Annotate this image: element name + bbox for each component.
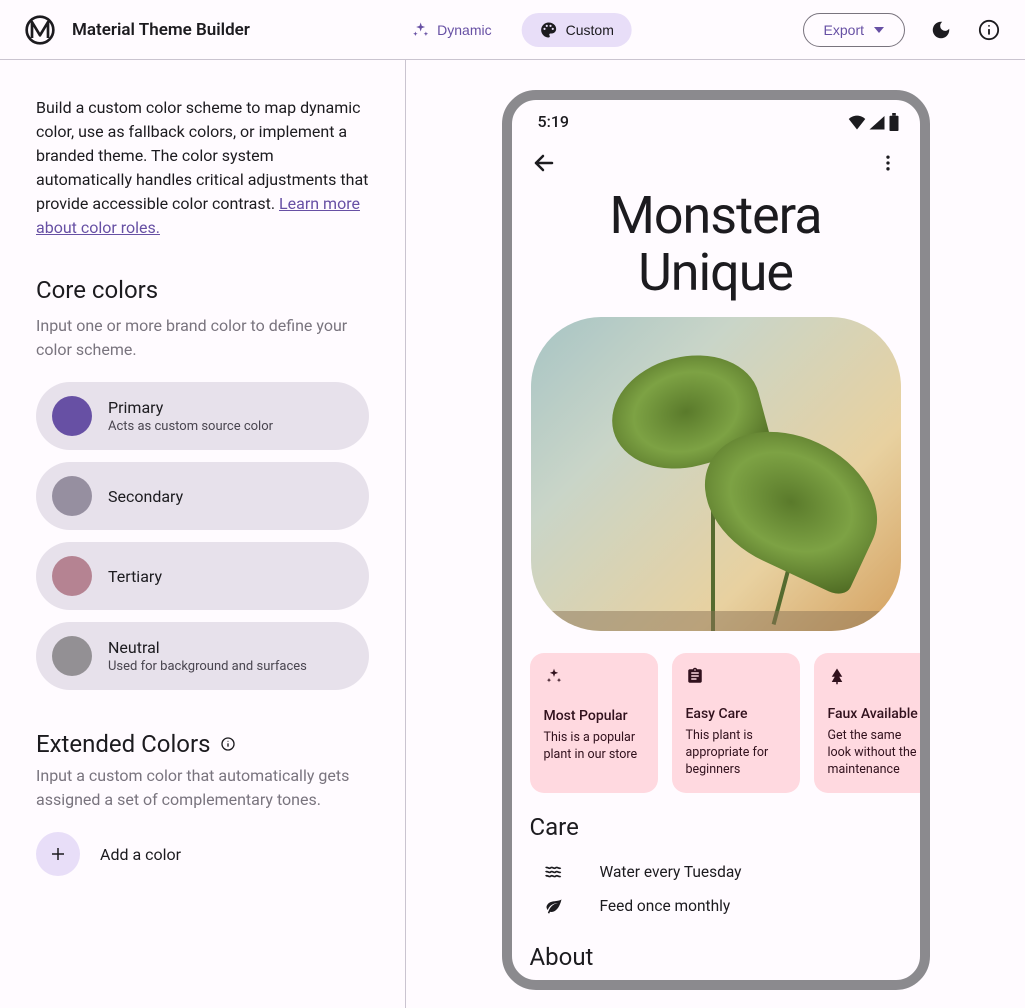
clipboard-icon — [686, 667, 786, 690]
material-logo-icon — [24, 14, 56, 46]
primary-label: Primary — [108, 398, 273, 417]
neutral-swatch — [52, 636, 92, 676]
export-label: Export — [824, 22, 864, 38]
water-icon — [544, 865, 564, 879]
add-color-label: Add a color — [100, 845, 181, 864]
intro-paragraph: Build a custom color scheme to map dynam… — [36, 96, 369, 240]
info-button[interactable] — [977, 18, 1001, 42]
palette-icon — [540, 21, 558, 39]
more-vert-icon — [878, 153, 898, 173]
status-time: 5:19 — [538, 112, 570, 131]
neutral-sublabel: Used for background and surfaces — [108, 659, 307, 674]
wifi-icon — [848, 114, 866, 130]
sparkle-icon — [544, 667, 644, 692]
care-title: Care — [530, 813, 902, 841]
signal-icon — [868, 114, 886, 130]
info-outline-icon[interactable] — [220, 736, 236, 752]
back-button[interactable] — [530, 149, 558, 177]
sidebar: Build a custom color scheme to map dynam… — [0, 60, 406, 1008]
tab-dynamic[interactable]: Dynamic — [393, 13, 509, 47]
tertiary-label: Tertiary — [108, 567, 162, 586]
tab-dynamic-label: Dynamic — [437, 22, 491, 38]
moon-icon — [930, 19, 952, 41]
tab-switcher: Dynamic Custom — [393, 13, 632, 47]
plus-icon — [49, 845, 67, 863]
feature-title: Faux Available — [828, 706, 920, 722]
extended-colors-subtitle: Input a custom color that automatically … — [36, 764, 369, 812]
feature-desc: This is a popular plant in our store — [544, 730, 644, 764]
battery-icon — [888, 113, 900, 131]
core-colors-title: Core colors — [36, 276, 369, 304]
about-title: About — [530, 943, 902, 971]
color-primary[interactable]: Primary Acts as custom source color — [36, 382, 369, 450]
more-button[interactable] — [874, 149, 902, 177]
neutral-label: Neutral — [108, 638, 307, 657]
app-header: Material Theme Builder Dynamic Custom Ex… — [0, 0, 1025, 60]
arrow-back-icon — [532, 151, 556, 175]
app-title: Material Theme Builder — [72, 20, 250, 40]
feature-card-easycare[interactable]: Easy Care This plant is appropriate for … — [672, 653, 800, 793]
dark-mode-toggle[interactable] — [929, 18, 953, 42]
color-neutral[interactable]: Neutral Used for background and surfaces — [36, 622, 369, 690]
feature-card-popular[interactable]: Most Popular This is a popular plant in … — [530, 653, 658, 793]
feature-cards: Most Popular This is a popular plant in … — [512, 631, 920, 793]
sparkle-icon — [411, 21, 429, 39]
feature-title: Easy Care — [686, 706, 786, 722]
color-tertiary[interactable]: Tertiary — [36, 542, 369, 610]
color-secondary[interactable]: Secondary — [36, 462, 369, 530]
care-label: Feed once monthly — [600, 897, 731, 915]
info-icon — [978, 19, 1000, 41]
care-label: Water every Tuesday — [600, 863, 742, 881]
device-frame: 5:19 Monstera Unique — [502, 90, 930, 990]
tertiary-swatch — [52, 556, 92, 596]
feature-desc: Get the same look without the maintenanc… — [828, 728, 920, 779]
secondary-label: Secondary — [108, 487, 183, 506]
primary-sublabel: Acts as custom source color — [108, 419, 273, 434]
feature-title: Most Popular — [544, 708, 644, 724]
tab-custom[interactable]: Custom — [522, 13, 632, 47]
core-colors-subtitle: Input one or more brand color to define … — [36, 314, 369, 362]
care-item-water: Water every Tuesday — [530, 855, 902, 889]
secondary-swatch — [52, 476, 92, 516]
tab-custom-label: Custom — [566, 22, 614, 38]
care-item-feed: Feed once monthly — [530, 889, 902, 923]
leaf-icon — [544, 897, 564, 915]
add-color-button[interactable] — [36, 832, 80, 876]
plant-image — [531, 317, 901, 631]
export-button[interactable]: Export — [803, 13, 905, 47]
preview-app-bar — [512, 139, 920, 187]
primary-swatch — [52, 396, 92, 436]
feature-desc: This plant is appropriate for beginners — [686, 728, 786, 779]
plant-name: Monstera Unique — [530, 187, 902, 301]
extended-colors-title: Extended Colors — [36, 730, 210, 758]
feature-card-faux[interactable]: Faux Available Get the same look without… — [814, 653, 920, 793]
preview-area: 5:19 Monstera Unique — [406, 60, 1025, 1008]
status-bar: 5:19 — [512, 100, 920, 139]
chevron-down-icon — [874, 27, 884, 33]
tree-icon — [828, 667, 920, 690]
